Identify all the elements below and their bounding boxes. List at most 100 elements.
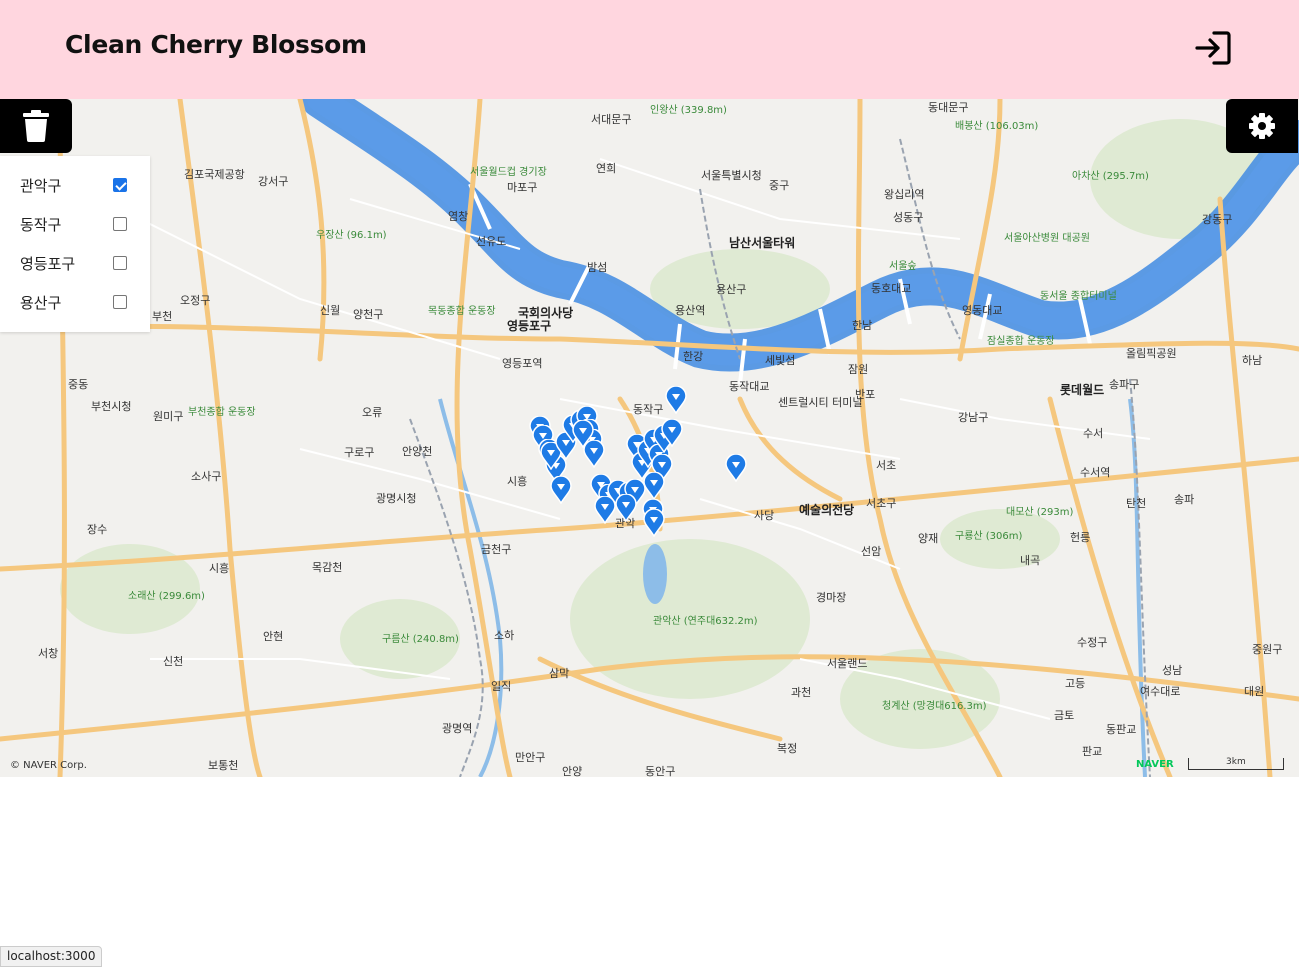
map-label: 구룡산 (306m) bbox=[955, 531, 1023, 542]
map-label: 성남 bbox=[1162, 664, 1183, 677]
filter-checkbox-dongjak[interactable] bbox=[113, 217, 127, 231]
map-marker-icon[interactable] bbox=[665, 385, 687, 415]
map-label: 잠실종합 운동장 bbox=[987, 336, 1055, 347]
map-label: 센트럴시티 터미널 bbox=[778, 396, 863, 409]
map-label: 판교 bbox=[1082, 745, 1103, 758]
map-label: 영등포역 bbox=[502, 357, 543, 370]
filter-row-gwanak[interactable]: 관악구 bbox=[0, 170, 150, 209]
map-label: 용산역 bbox=[675, 304, 706, 317]
filter-label: 영등포구 bbox=[20, 255, 76, 273]
map-label: 동서울 종합터미널 bbox=[1040, 291, 1117, 302]
trash-icon bbox=[23, 110, 49, 142]
map-label: 마포구 bbox=[507, 181, 538, 194]
map-label: 연희 bbox=[596, 162, 617, 175]
map-label: 한강 bbox=[683, 350, 704, 363]
map-label: 우장산 (96.1m) bbox=[316, 230, 387, 241]
filter-checkbox-yongsan[interactable] bbox=[113, 295, 127, 309]
map-label: 강서구 bbox=[258, 175, 289, 188]
map-marker-icon[interactable] bbox=[550, 475, 572, 505]
map-label: 수서 bbox=[1083, 427, 1104, 440]
map-label: 장수 bbox=[87, 523, 108, 536]
map-label: 내곡 bbox=[1020, 554, 1041, 567]
filter-label: 관악구 bbox=[20, 177, 62, 195]
map-label: 서울특별시청 bbox=[701, 169, 762, 182]
map-label: 하남 bbox=[1242, 354, 1263, 367]
map-label: 경마장 bbox=[816, 591, 847, 604]
map-label: 탄천 bbox=[1126, 497, 1147, 510]
map-marker-icon[interactable] bbox=[643, 471, 665, 501]
map-label: 용산구 bbox=[716, 283, 747, 296]
map-label: 송파 bbox=[1174, 493, 1195, 506]
map-label: 김포국제공항 bbox=[184, 168, 245, 181]
map-label: 서대문구 bbox=[591, 113, 632, 126]
map-marker-icon[interactable] bbox=[725, 453, 747, 483]
map-label: 안양천 bbox=[402, 445, 433, 458]
map-label: 서울월드컵 경기장 bbox=[470, 167, 547, 178]
map-label: 관악산 (연주대632.2m) bbox=[653, 616, 758, 627]
map-label: 소사구 bbox=[191, 470, 222, 483]
map-label: 세빛섬 bbox=[765, 354, 796, 367]
map-label: 서초구 bbox=[866, 497, 897, 510]
map-label: 반포 bbox=[855, 388, 876, 401]
map-label: 원미구 bbox=[153, 410, 184, 423]
settings-button[interactable] bbox=[1226, 99, 1298, 153]
filter-row-dongjak[interactable]: 동작구 bbox=[0, 209, 150, 248]
map-label: 부천 bbox=[152, 310, 173, 323]
map-marker-icon[interactable] bbox=[594, 495, 616, 525]
map-label: 일직 bbox=[491, 680, 512, 693]
map-label: 금토 bbox=[1054, 709, 1075, 722]
map-label: 소래산 (299.6m) bbox=[128, 591, 205, 602]
filter-row-yongsan[interactable]: 용산구 bbox=[0, 287, 150, 326]
map-label: 서울숲 bbox=[889, 261, 917, 272]
map-marker-icon[interactable] bbox=[615, 493, 637, 523]
map-label: 수서역 bbox=[1080, 466, 1111, 479]
map-label: 목감천 bbox=[312, 561, 343, 574]
map-copyright: © NAVER Corp. bbox=[10, 760, 87, 771]
naver-logo: NAVER bbox=[1136, 759, 1174, 770]
map-label: 여수대로 bbox=[1140, 685, 1181, 698]
map-label: 삼막 bbox=[549, 667, 570, 680]
map-label: 보통천 bbox=[208, 759, 239, 772]
login-button[interactable] bbox=[1194, 30, 1232, 66]
map-label: 부천종합 운동장 bbox=[188, 407, 256, 418]
map-label: 광명시청 bbox=[376, 492, 417, 505]
naver-map[interactable]: 서대문구 인왕산 (339.8m) 동대문구 배봉산 (106.03m) 김포국… bbox=[0, 99, 1299, 777]
filter-checkbox-gwanak[interactable] bbox=[113, 178, 127, 192]
filter-checkbox-yeongdeungpo[interactable] bbox=[113, 256, 127, 270]
map-label: 오정구 bbox=[180, 294, 211, 307]
map-marker-icon[interactable] bbox=[643, 508, 665, 538]
filter-row-yeongdeungpo[interactable]: 영등포구 bbox=[0, 248, 150, 287]
map-marker-icon[interactable] bbox=[572, 419, 594, 449]
map-label: 서울랜드 bbox=[827, 657, 868, 670]
map-label: 선암 bbox=[861, 545, 882, 558]
map-label: 대모산 (293m) bbox=[1006, 507, 1074, 518]
district-filter-panel: 관악구 동작구 영등포구 용산구 bbox=[0, 156, 150, 332]
map-label: 복정 bbox=[777, 742, 798, 755]
map-label: 인왕산 (339.8m) bbox=[650, 105, 727, 116]
map-label: 올림픽공원 bbox=[1126, 347, 1177, 360]
map-label: 구름산 (240.8m) bbox=[382, 634, 459, 645]
map-label: 강동구 bbox=[1202, 213, 1233, 226]
map-label: 남산서울타워 bbox=[729, 236, 796, 250]
map-label: 동호대교 bbox=[871, 282, 912, 295]
map-label: 안현 bbox=[263, 630, 284, 643]
map-label: 염창 bbox=[448, 210, 469, 223]
map-label: 밤섬 bbox=[587, 261, 608, 274]
map-label: 강남구 bbox=[958, 411, 989, 424]
delete-button[interactable] bbox=[0, 99, 72, 153]
map-label: 동작구 bbox=[633, 403, 664, 416]
login-icon bbox=[1195, 31, 1231, 65]
filter-label: 동작구 bbox=[20, 216, 62, 234]
map-marker-icon[interactable] bbox=[661, 418, 683, 448]
map-label: 만안구 bbox=[515, 751, 546, 764]
map-label: 예술의전당 bbox=[799, 503, 855, 517]
map-label: 한남 bbox=[852, 319, 873, 332]
map-label: 잠원 bbox=[848, 363, 869, 376]
map-label: 서울아산병원 대공원 bbox=[1004, 233, 1090, 244]
map-label: 수정구 bbox=[1077, 636, 1108, 649]
map-label: 목동종합 운동장 bbox=[428, 306, 496, 317]
map-label: 아차산 (295.7m) bbox=[1072, 171, 1149, 182]
map-label: 서창 bbox=[38, 647, 59, 660]
map-label: 시흥 bbox=[209, 562, 230, 575]
map-label: 대원 bbox=[1244, 685, 1265, 698]
